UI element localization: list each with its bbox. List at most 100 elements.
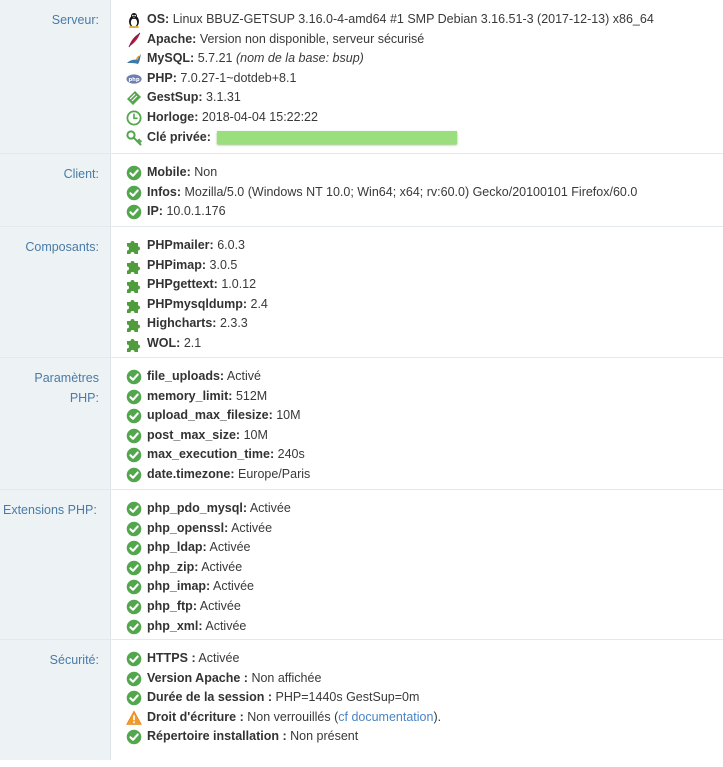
php-extension-item-key: php_pdo_mysql: xyxy=(147,501,248,515)
check-circle-icon xyxy=(126,447,142,463)
server-apache: Apache: Version non disponible, serveur … xyxy=(128,30,723,50)
section-label-php-params-line1: Paramètres xyxy=(34,371,99,385)
security-session: Durée de la session : PHP=1440s GestSup=… xyxy=(147,688,723,708)
check-circle-icon xyxy=(126,671,142,687)
check-circle-icon xyxy=(126,619,142,635)
gestsup-ticket-icon xyxy=(127,91,141,106)
puzzle-piece-icon xyxy=(126,297,142,313)
component-item: PHPmailer: 6.0.3 xyxy=(147,236,723,256)
section-client: Client: Mobile: Non Infos: Mozilla/5.0 (… xyxy=(0,153,723,226)
php-param-item-key: date.timezone: xyxy=(147,466,235,481)
check-circle-icon xyxy=(126,389,142,405)
php-param-item: file_uploads: Activé xyxy=(147,367,723,387)
php-extension-item-key: php_ftp: xyxy=(147,598,197,613)
component-item: PHPgettext: 1.0.12 xyxy=(147,275,723,295)
component-item-value: 2.3.3 xyxy=(219,316,248,331)
component-item-key: PHPimap: xyxy=(147,257,207,272)
component-item-value: 6.0.3 xyxy=(217,238,245,252)
check-circle-icon xyxy=(126,369,142,385)
php-param-item-value: Activé xyxy=(226,369,261,383)
private-key-redaction xyxy=(217,130,458,144)
component-item-value: 1.0.12 xyxy=(221,277,257,292)
php-param-item-key: post_max_size: xyxy=(147,427,241,442)
php-extension-item: php_pdo_mysql: Activée xyxy=(147,499,723,519)
component-item-key: Highcharts: xyxy=(147,316,217,331)
server-clock: Horloge: 2018-04-04 15:22:22 xyxy=(126,108,723,128)
security-https: HTTPS : Activée xyxy=(147,649,723,669)
php-param-item-value: 10M xyxy=(276,408,301,423)
key-icon xyxy=(126,129,142,146)
php-extension-item-value: Activée xyxy=(213,579,254,594)
security-write-right-suffix: ). xyxy=(433,709,442,724)
server-clock-key: Horloge: xyxy=(147,109,199,124)
client-infos-key: Infos: xyxy=(147,184,182,199)
php-extension-item-key: php_ldap: xyxy=(147,540,207,555)
client-mobile: Mobile: Non xyxy=(147,163,723,183)
check-circle-icon xyxy=(126,521,142,537)
system-info-table: Serveur: OS: Linux BBUZ-GETSUP 3.16.0-4-… xyxy=(0,0,723,760)
component-item: Highcharts: 2.3.3 xyxy=(147,314,723,334)
client-ip-key: IP: xyxy=(147,204,163,219)
warning-triangle-icon xyxy=(126,710,142,726)
component-item-value: 2.1 xyxy=(183,335,202,350)
client-ip: IP: 10.0.1.176 xyxy=(147,202,723,222)
server-apache-key: Apache: xyxy=(147,31,197,46)
security-session-value: PHP=1440s GestSup=0m xyxy=(275,690,420,705)
component-item: WOL: 2.1 xyxy=(147,334,723,354)
security-install-dir-value: Non présent xyxy=(290,729,359,744)
security-install-dir: Répertoire installation : Non présent xyxy=(147,727,723,747)
section-label-components: Composants: xyxy=(0,227,110,357)
section-label-server: Serveur: xyxy=(0,0,110,153)
check-circle-icon xyxy=(126,651,142,667)
puzzle-piece-icon xyxy=(126,258,142,274)
php-extension-item: php_zip: Activée xyxy=(147,558,723,578)
security-apache-version: Version Apache : Non affichée xyxy=(147,669,723,689)
php-extension-item: php_xml: Activée xyxy=(147,617,723,637)
component-item-key: WOL: xyxy=(147,335,181,350)
php-param-item: memory_limit: 512M xyxy=(147,387,723,407)
component-item: PHPimap: 3.0.5 xyxy=(147,256,723,276)
security-install-dir-key: Répertoire installation : xyxy=(147,729,287,744)
section-php-extensions: Extensions PHP: php_pdo_mysql: Activée ph… xyxy=(0,489,723,639)
php-extension-item-key: php_zip: xyxy=(147,559,199,574)
server-clock-value: 2018-04-04 15:22:22 xyxy=(201,109,318,124)
section-label-php-params: Paramètres PHP: xyxy=(0,358,110,489)
client-ip-value: 10.0.1.176 xyxy=(166,204,226,219)
section-security: Sécurité: HTTPS : Activée Version Apache… xyxy=(0,639,723,760)
php-extension-item-value: Activée xyxy=(199,598,241,613)
check-circle-icon xyxy=(126,579,142,595)
php-param-item: upload_max_filesize: 10M xyxy=(147,406,723,426)
section-php-params: Paramètres PHP: file_uploads: Activé memo… xyxy=(0,357,723,489)
php-extension-item-key: php_imap: xyxy=(147,579,211,594)
client-mobile-value: Non xyxy=(194,165,218,179)
server-private-key: Clé privée: xyxy=(126,128,723,148)
php-param-item-key: upload_max_filesize: xyxy=(147,408,273,423)
security-write-right-key: Droit d'écriture : xyxy=(147,709,244,724)
security-https-value: Activée xyxy=(198,651,240,665)
puzzle-piece-icon xyxy=(126,316,142,332)
server-mysql-note: (nom de la base: bsup) xyxy=(235,51,364,66)
check-circle-icon xyxy=(126,540,142,556)
component-item-key: PHPmysqldump: xyxy=(147,296,248,311)
check-circle-icon xyxy=(126,204,142,220)
documentation-link[interactable]: cf documentation xyxy=(338,710,433,724)
check-circle-icon xyxy=(126,560,142,576)
security-https-key: HTTPS : xyxy=(147,651,196,665)
linux-tux-icon xyxy=(129,13,139,28)
php-extension-item-key: php_xml: xyxy=(147,618,203,633)
php-param-item-value: 512M xyxy=(235,388,268,403)
component-item-value: 2.4 xyxy=(250,296,268,311)
check-circle-icon xyxy=(126,599,142,615)
server-gestsup: GestSup: 3.1.31 xyxy=(127,88,723,108)
server-os-value: Linux BBUZ-GETSUP 3.16.0-4-amd64 #1 SMP … xyxy=(172,12,654,26)
php-param-item-value: Europe/Paris xyxy=(238,466,311,481)
apache-feather-icon xyxy=(128,32,141,47)
server-private-key-key: Clé privée: xyxy=(147,129,211,144)
section-server: Serveur: OS: Linux BBUZ-GETSUP 3.16.0-4-… xyxy=(0,0,723,153)
server-php-value: 7.0.27-1~dotdeb+8.1 xyxy=(180,70,297,85)
mysql-dolphin-icon xyxy=(127,54,141,65)
server-php: php PHP: 7.0.27-1~dotdeb+8.1 xyxy=(126,69,723,89)
server-os: OS: Linux BBUZ-GETSUP 3.16.0-4-amd64 #1 … xyxy=(129,10,723,30)
php-extension-item-value: Activée xyxy=(201,559,243,574)
client-infos-value: Mozilla/5.0 (Windows NT 10.0; Win64; x64… xyxy=(184,184,638,199)
